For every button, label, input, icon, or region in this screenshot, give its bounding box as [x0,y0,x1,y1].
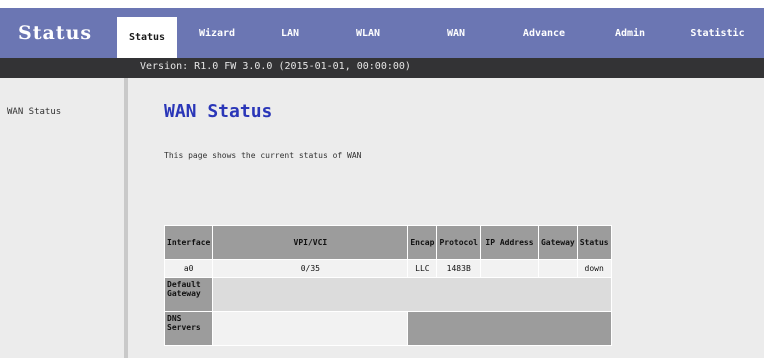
tab-label: Statistic [690,27,745,39]
page-title: WAN Status [164,101,273,122]
tab-wan[interactable]: WAN [413,8,499,58]
cell-protocol: 1483B [436,259,481,278]
default-gateway-label: Default Gateway [163,277,214,312]
page-description: This page shows the current status of WA… [164,151,362,160]
main-nav: Status Wizard LAN WLAN WAN Advance Admin… [117,8,764,58]
dns-servers-label: DNS Servers [163,311,214,346]
tab-status[interactable]: Status [117,17,177,58]
dns-filler [407,311,612,346]
col-interface: Interface [163,225,214,260]
default-gateway-row: Default Gateway [163,277,612,312]
sidebar-item-wan-status[interactable]: WAN Status [7,107,61,117]
tab-label: WLAN [355,27,381,39]
tab-label: Advance [522,27,566,39]
main-panel: WAN Status This page shows the current s… [128,78,764,358]
col-protocol: Protocol [436,225,481,260]
tab-wlan[interactable]: WLAN [323,8,413,58]
col-encap: Encap [407,225,438,260]
tab-lan[interactable]: LAN [257,8,323,58]
cell-interface: a0 [163,259,214,278]
cell-ip-address [479,259,539,278]
cell-status: down [576,259,612,278]
tab-label: Wizard [198,27,236,39]
col-status: Status [576,225,612,260]
tab-advance[interactable]: Advance [499,8,589,58]
dns-servers-row: DNS Servers [163,311,612,346]
brand-title: Status [0,8,117,58]
sidebar: WAN Status [0,78,124,358]
wan-status-table: Interface VPI/VCI Encap Protocol IP Addr… [163,225,612,346]
table-header-row: Interface VPI/VCI Encap Protocol IP Addr… [163,225,612,260]
tab-label: Status [128,32,166,43]
version-text: Version: R1.0 FW 3.0.0 (2015-01-01, 00:0… [140,61,411,72]
dns-servers-value [212,311,409,346]
col-vpi-vci: VPI/VCI [212,225,409,260]
cell-gateway [537,259,578,278]
tab-label: Admin [614,27,646,39]
col-ip-address: IP Address [479,225,539,260]
tab-admin[interactable]: Admin [589,8,671,58]
tab-wizard[interactable]: Wizard [177,8,257,58]
cell-vpi-vci: 0/35 [212,259,409,278]
top-strip [0,0,764,8]
default-gateway-value [212,277,612,312]
tab-label: WAN [446,27,466,39]
col-gateway: Gateway [537,225,578,260]
tab-statistic[interactable]: Statistic [671,8,764,58]
sub-bar: Version: R1.0 FW 3.0.0 (2015-01-01, 00:0… [0,58,764,78]
table-row: a0 0/35 LLC 1483B down [163,259,612,278]
cell-encap: LLC [407,259,438,278]
tab-label: LAN [280,27,300,39]
